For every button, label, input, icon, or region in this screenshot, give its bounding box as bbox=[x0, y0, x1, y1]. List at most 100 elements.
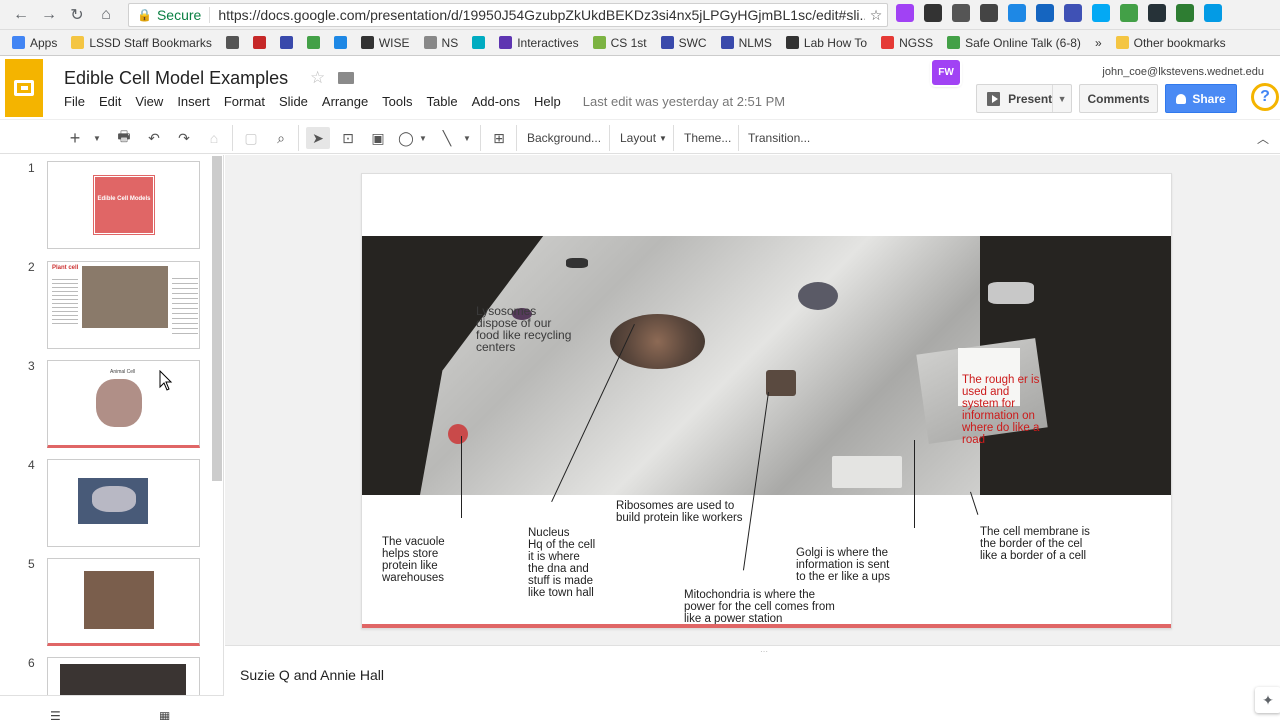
drive-extension-icon[interactable] bbox=[1008, 4, 1026, 22]
bookmark-item[interactable]: » bbox=[1095, 36, 1102, 50]
home-icon[interactable]: ⌂ bbox=[95, 4, 117, 26]
menu-format[interactable]: Format bbox=[224, 94, 265, 109]
rocket-extension-icon[interactable] bbox=[952, 4, 970, 22]
slide-thumbnail-5[interactable] bbox=[47, 558, 200, 646]
background-button[interactable]: Background... bbox=[527, 127, 601, 149]
slide-thumbnail-4[interactable] bbox=[47, 459, 200, 547]
theme-button[interactable]: Theme... bbox=[684, 127, 731, 149]
bookmark-item[interactable]: LSSD Staff Bookmarks bbox=[71, 36, 212, 50]
folder-icon[interactable] bbox=[338, 72, 354, 84]
v-extension-icon[interactable] bbox=[1036, 4, 1054, 22]
menu-table[interactable]: Table bbox=[427, 94, 458, 109]
bookmark-item[interactable]: WISE bbox=[360, 36, 410, 50]
present-button[interactable]: Present ▼ bbox=[976, 84, 1072, 113]
camera-extension-icon[interactable] bbox=[1148, 4, 1166, 22]
reload-icon[interactable]: ↻ bbox=[66, 4, 88, 26]
screencastify-extension-icon[interactable] bbox=[980, 4, 998, 22]
image-icon[interactable]: ▣ bbox=[368, 127, 388, 149]
paint-format-icon[interactable]: ⌂ bbox=[204, 127, 224, 149]
star-icon[interactable]: ☆ bbox=[310, 68, 325, 88]
slide-thumbnail-2[interactable]: Plant cell bbox=[47, 261, 200, 349]
bookmark-item[interactable]: Other bookmarks bbox=[1115, 36, 1226, 50]
classroom-extension-icon[interactable] bbox=[1120, 4, 1138, 22]
bookmark-item[interactable]: Safe Online Talk (6-8) bbox=[947, 36, 1081, 50]
last-edit-status[interactable]: Last edit was yesterday at 2:51 PM bbox=[583, 94, 785, 109]
bookmark-item[interactable] bbox=[306, 36, 320, 49]
line-icon[interactable]: ╲ bbox=[437, 127, 457, 149]
print-icon[interactable]: 🖶 bbox=[114, 127, 134, 149]
redo-icon[interactable]: ↷ bbox=[174, 127, 194, 149]
film-extension-icon[interactable] bbox=[924, 4, 942, 22]
bookmark-item[interactable] bbox=[279, 36, 293, 49]
present-dropdown-icon[interactable]: ▼ bbox=[1052, 85, 1071, 112]
user-email[interactable]: john_coe@lkstevens.wednet.edu bbox=[1102, 66, 1264, 78]
zoom-fit-icon[interactable]: ▢ bbox=[241, 127, 261, 149]
speaker-notes[interactable]: ⋯ Suzie Q and Annie Hall ✦ bbox=[225, 645, 1280, 720]
add-comment-icon[interactable]: ⊞ bbox=[488, 127, 510, 149]
puzzle-extension-icon[interactable] bbox=[896, 4, 914, 22]
notes-resize-handle[interactable]: ⋯ bbox=[760, 647, 769, 656]
menu-slide[interactable]: Slide bbox=[279, 94, 308, 109]
list-view-icon[interactable]: ☰ bbox=[50, 709, 61, 720]
share-button[interactable]: Share bbox=[1165, 84, 1237, 113]
new-slide-dropdown-icon[interactable]: ▼ bbox=[90, 127, 104, 149]
bookmark-item[interactable]: NS bbox=[423, 36, 458, 50]
calendar-extension-icon[interactable] bbox=[1064, 4, 1082, 22]
menu-tools[interactable]: Tools bbox=[382, 94, 412, 109]
current-slide[interactable]: Lysosomes dispose of our food like recyc… bbox=[361, 173, 1172, 629]
golgi-label[interactable]: Golgi is where the information is sent t… bbox=[796, 547, 890, 583]
comments-button[interactable]: Comments bbox=[1079, 84, 1158, 113]
menu-add-ons[interactable]: Add-ons bbox=[472, 94, 520, 109]
bookmark-item[interactable]: Apps bbox=[12, 36, 57, 50]
lysosomes-label[interactable]: Lysosomes dispose of our food like recyc… bbox=[476, 305, 571, 353]
vacuole-label[interactable]: The vacuole helps store protein like war… bbox=[382, 536, 445, 584]
slide-thumbnail-3[interactable]: Animal Cell bbox=[47, 360, 200, 448]
filmstrip-scrollbar[interactable] bbox=[212, 156, 222, 481]
address-bar[interactable]: 🔒 Secure https://docs.google.com/present… bbox=[128, 3, 888, 27]
speaker-notes-text[interactable]: Suzie Q and Annie Hall bbox=[240, 667, 384, 683]
bookmark-item[interactable] bbox=[333, 36, 347, 49]
menu-edit[interactable]: Edit bbox=[99, 94, 121, 109]
menu-file[interactable]: File bbox=[64, 94, 85, 109]
bookmark-item[interactable] bbox=[225, 36, 239, 49]
c-extension-icon[interactable] bbox=[1204, 4, 1222, 22]
bookmark-item[interactable]: Interactives bbox=[499, 36, 579, 50]
bookmark-item[interactable]: CS 1st bbox=[592, 36, 647, 50]
text-box-icon[interactable]: ⊡ bbox=[338, 127, 358, 149]
fw-extension-badge[interactable]: FW bbox=[932, 60, 960, 85]
shape-dropdown-icon[interactable]: ▼ bbox=[418, 127, 428, 149]
bookmark-item[interactable] bbox=[252, 36, 266, 49]
bookmark-item[interactable]: NLMS bbox=[720, 36, 772, 50]
bookmark-item[interactable]: NGSS bbox=[881, 36, 933, 50]
forward-icon[interactable]: → bbox=[38, 4, 60, 26]
rough-er-label[interactable]: The rough er is used and system for info… bbox=[962, 374, 1039, 446]
mitochondria-label[interactable]: Mitochondria is where the power for the … bbox=[684, 589, 835, 625]
bookmark-item[interactable] bbox=[472, 36, 486, 49]
undo-icon[interactable]: ↶ bbox=[144, 127, 164, 149]
url-text[interactable]: https://docs.google.com/presentation/d/1… bbox=[210, 7, 865, 23]
diamond-extension-icon[interactable] bbox=[1092, 4, 1110, 22]
document-title[interactable]: Edible Cell Model Examples bbox=[64, 68, 288, 89]
menu-insert[interactable]: Insert bbox=[177, 94, 210, 109]
shape-icon[interactable]: ◯ bbox=[396, 127, 416, 149]
slide-thumbnail-1[interactable]: Edible Cell Models bbox=[47, 161, 200, 249]
menu-arrange[interactable]: Arrange bbox=[322, 94, 368, 109]
slides-logo-icon[interactable] bbox=[5, 59, 43, 117]
new-slide-icon[interactable]: + bbox=[64, 127, 86, 149]
collapse-toolbar-icon[interactable]: ︿ bbox=[1254, 127, 1272, 149]
ribosomes-label[interactable]: Ribosomes are used to build protein like… bbox=[616, 500, 743, 524]
back-icon[interactable]: ← bbox=[10, 4, 32, 26]
cell-membrane-label[interactable]: The cell membrane is the border of the c… bbox=[980, 526, 1090, 562]
bookmark-star-icon[interactable]: ☆ bbox=[865, 7, 887, 24]
menu-view[interactable]: View bbox=[135, 94, 163, 109]
slide-thumbnail-6[interactable] bbox=[47, 657, 200, 697]
layout-button[interactable]: Layout ▼ bbox=[620, 127, 667, 149]
help-icon[interactable]: ? bbox=[1251, 83, 1279, 111]
select-cursor-icon[interactable]: ➤ bbox=[306, 127, 330, 149]
cast-extension-icon[interactable] bbox=[1176, 4, 1194, 22]
nucleus-label[interactable]: Nucleus Hq of the cell it is where the d… bbox=[528, 527, 595, 599]
secure-indicator[interactable]: 🔒 Secure bbox=[129, 7, 211, 23]
grid-view-icon[interactable]: ▦ bbox=[159, 709, 170, 720]
bookmark-item[interactable]: Lab How To bbox=[785, 36, 867, 50]
bookmark-item[interactable]: SWC bbox=[660, 36, 707, 50]
